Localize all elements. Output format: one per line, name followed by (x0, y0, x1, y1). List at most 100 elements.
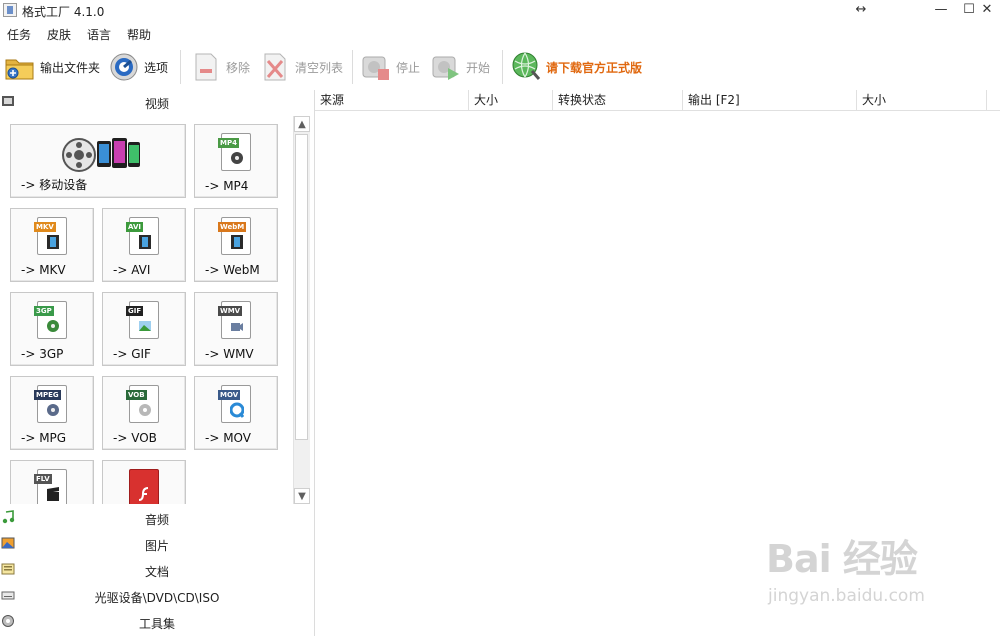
format-tag: FLV (34, 474, 52, 484)
stop-button[interactable]: 停止 (360, 50, 420, 84)
options-button[interactable]: 选项 (108, 50, 168, 84)
app-icon (3, 3, 17, 17)
start-button[interactable]: 开始 (430, 50, 490, 84)
tile-mkv[interactable]: MKV -> MKV (10, 208, 94, 282)
tile-flv[interactable]: FLV (10, 460, 94, 504)
tile-mobile-device[interactable]: -> 移动设备 (10, 124, 186, 198)
tile-label: -> WebM (205, 263, 260, 277)
column-output[interactable]: 输出 [F2] (683, 90, 857, 110)
format-tag: GIF (126, 306, 144, 316)
category-tools[interactable]: 工具集 (0, 610, 314, 634)
picture-icon (139, 321, 151, 331)
category-audio[interactable]: 音频 (0, 506, 314, 530)
format-tag: MPEG (34, 390, 61, 400)
tile-label: -> MKV (21, 263, 66, 277)
start-icon (432, 56, 459, 80)
clear-list-button[interactable]: 清空列表 (259, 50, 343, 84)
tile-avi[interactable]: AVI -> AVI (102, 208, 186, 282)
category-document[interactable]: 文档 (0, 558, 314, 582)
tile-label: -> AVI (113, 263, 151, 277)
menu-task[interactable]: 任务 (7, 26, 31, 43)
toolbar-divider (180, 50, 181, 84)
category-panel: 视频 -> 移动设备 MP4 -> MP4 MKV -> MKV AVI -> … (0, 90, 315, 636)
category-video-label: 视频 (144, 97, 169, 111)
output-folder-button[interactable]: 输出文件夹 (4, 50, 100, 84)
scroll-down-button[interactable]: ▼ (294, 488, 310, 504)
tile-label: -> MPG (21, 431, 67, 445)
flash-icon (138, 487, 149, 501)
category-audio-label: 音频 (144, 513, 169, 527)
scroll-up-button[interactable]: ▲ (294, 116, 310, 132)
column-output-size[interactable]: 大小 (857, 90, 987, 110)
column-size[interactable]: 大小 (469, 90, 553, 110)
clear-list-icon (264, 53, 286, 81)
mkv-file-icon: MKV (34, 217, 67, 255)
baidu-watermark: Bai 经验 jingyan.baidu.com (766, 528, 996, 618)
category-video[interactable]: 视频 (0, 90, 314, 114)
tile-label: -> MP4 (205, 179, 249, 193)
menu-skin[interactable]: 皮肤 (47, 26, 71, 43)
mpg-file-icon: MPEG (34, 385, 67, 423)
remove-label: 移除 (226, 60, 251, 75)
tile-mpg[interactable]: MPEG -> MPG (10, 376, 94, 450)
category-scrollbar[interactable]: ▲ ▼ (293, 116, 310, 504)
tile-label: -> GIF (113, 347, 151, 361)
webm-file-icon: WebM (218, 217, 251, 255)
tile-vob[interactable]: VOB -> VOB (102, 376, 186, 450)
close-button[interactable]: ✕ (972, 0, 1000, 22)
tile-mp4[interactable]: MP4 -> MP4 (194, 124, 278, 198)
category-optical-label: 光驱设备\DVD\CD\ISO (94, 591, 220, 605)
tile-swf[interactable] (102, 460, 186, 504)
3gp-file-icon: 3GP (34, 301, 67, 339)
film-strip-icon (47, 235, 59, 249)
camera-icon (231, 323, 243, 331)
clear-list-label: 清空列表 (295, 60, 344, 75)
category-tools-label: 工具集 (138, 617, 175, 631)
mp4-file-icon: MP4 (218, 133, 251, 171)
remove-button[interactable]: 移除 (190, 50, 250, 84)
toolbar-divider (502, 50, 503, 84)
remove-doc-icon (195, 53, 217, 81)
category-image[interactable]: 图片 (0, 532, 314, 556)
tile-3gp[interactable]: 3GP -> 3GP (10, 292, 94, 366)
film-reel-icon (47, 404, 59, 416)
menu-language[interactable]: 语言 (87, 26, 111, 43)
film-strip-icon (231, 235, 243, 249)
wmv-file-icon: WMV (218, 301, 251, 339)
column-status[interactable]: 转换状态 (553, 90, 683, 110)
watermark-brand: Bai 经验 (766, 537, 918, 581)
format-tag: MKV (34, 222, 56, 232)
watermark-site: jingyan.baidu.com (768, 586, 925, 606)
download-official-label: 请下载官方正式版 (546, 60, 643, 75)
tile-label: -> VOB (113, 431, 157, 445)
minimize-button[interactable]: — (926, 0, 956, 22)
tile-gif[interactable]: GIF -> GIF (102, 292, 186, 366)
scroll-thumb[interactable] (295, 134, 308, 440)
options-gear-icon (110, 53, 138, 81)
format-tag: AVI (126, 222, 143, 232)
menu-help[interactable]: 帮助 (127, 26, 151, 43)
folder-icon (5, 59, 34, 80)
globe-download-icon (512, 52, 541, 80)
vob-file-icon: VOB (126, 385, 159, 423)
avi-file-icon: AVI (126, 217, 159, 255)
tile-wmv[interactable]: WMV -> WMV (194, 292, 278, 366)
tile-label: -> WMV (205, 347, 254, 361)
format-tag: WMV (218, 306, 243, 316)
title-bar: 格式工厂 4.1.0 ↔ — ☐ ✕ (0, 0, 1000, 22)
output-folder-label: 输出文件夹 (40, 60, 101, 75)
tile-webm[interactable]: WebM -> WebM (194, 208, 278, 282)
video-format-grid: -> 移动设备 MP4 -> MP4 MKV -> MKV AVI -> AVI (0, 116, 292, 504)
tile-mov[interactable]: MOV -> MOV (194, 376, 278, 450)
resize-icon[interactable]: ↔ (846, 0, 876, 22)
column-source[interactable]: 来源 (315, 90, 469, 110)
format-tag: WebM (218, 222, 247, 232)
download-official-link[interactable]: 请下载官方正式版 (510, 50, 642, 84)
options-label: 选项 (144, 60, 169, 75)
category-optical[interactable]: 光驱设备\DVD\CD\ISO (0, 584, 314, 608)
film-reel-icon (231, 152, 243, 164)
tile-label: -> 3GP (21, 347, 64, 361)
stop-label: 停止 (396, 60, 421, 75)
task-list-header: 来源 大小 转换状态 输出 [F2] 大小 (315, 90, 1000, 111)
menu-bar: 任务 皮肤 语言 帮助 (0, 24, 1000, 44)
